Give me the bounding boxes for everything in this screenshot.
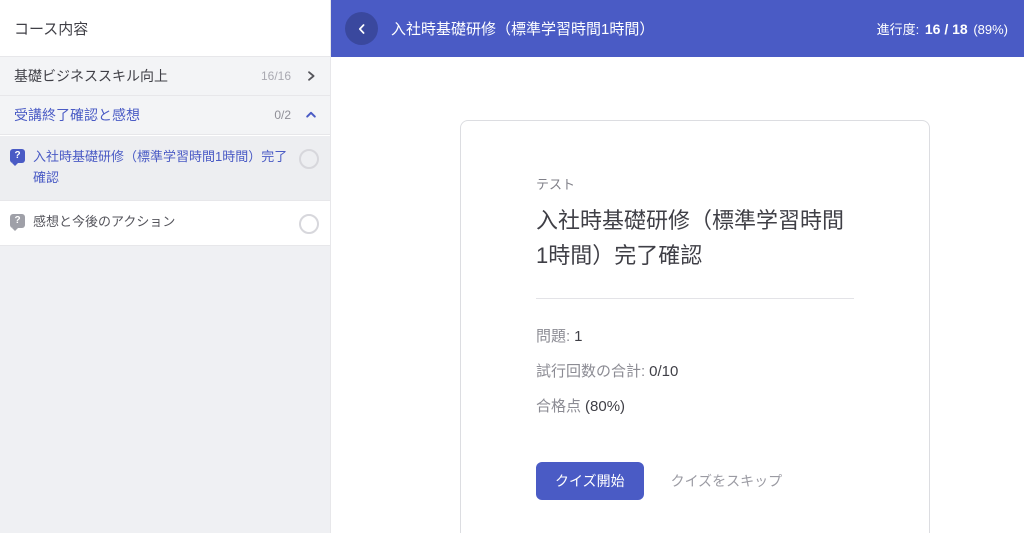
divider xyxy=(536,298,854,299)
section-label: 基礎ビジネススキル向上 xyxy=(14,66,261,86)
sidebar-title: コース内容 xyxy=(0,0,330,57)
section-count: 16/16 xyxy=(261,69,291,83)
course-title: 入社時基礎研修（標準学習時間1時間） xyxy=(391,18,877,39)
back-button[interactable] xyxy=(345,12,378,45)
sidebar-item-feedback-and-actions[interactable]: ? 感想と今後のアクション xyxy=(0,201,330,246)
passing-score-field: 合格点(80%) xyxy=(536,396,854,417)
status-circle-incomplete xyxy=(299,149,319,169)
chevron-right-icon xyxy=(305,70,317,82)
sidebar-item-label: 入社時基礎研修（標準学習時間1時間）完了確認 xyxy=(33,147,299,189)
progress-indicator: 進行度: 16 / 18 (89%) xyxy=(877,19,1008,38)
field-value: (80%) xyxy=(585,398,625,415)
questions-field: 問題:1 xyxy=(536,326,854,347)
progress-value: 16 / 18 xyxy=(925,21,968,37)
course-header-bar: 入社時基礎研修（標準学習時間1時間） 進行度: 16 / 18 (89%) xyxy=(331,0,1024,57)
chevron-left-icon xyxy=(355,22,369,36)
quiz-type-label: テスト xyxy=(536,174,854,193)
quiz-actions: クイズ開始 クイズをスキップ xyxy=(536,462,854,500)
chevron-up-icon xyxy=(305,109,317,121)
sidebar-section-basic-business-skills[interactable]: 基礎ビジネススキル向上 16/16 xyxy=(0,57,330,96)
section-label: 受講終了確認と感想 xyxy=(14,105,274,125)
field-label: 問題: xyxy=(536,328,570,345)
sidebar-item-label: 感想と今後のアクション xyxy=(33,212,299,233)
quiz-info-fields: 問題:1 試行回数の合計:0/10 合格点(80%) xyxy=(536,326,854,417)
quiz-bubble-icon: ? xyxy=(10,149,25,163)
main-area: 入社時基礎研修（標準学習時間1時間） 進行度: 16 / 18 (89%) テス… xyxy=(331,0,1024,533)
field-label: 合格点 xyxy=(536,398,581,415)
field-value: 0/10 xyxy=(649,363,678,380)
field-label: 試行回数の合計: xyxy=(536,363,645,380)
progress-percent: (89%) xyxy=(973,22,1008,37)
quiz-title: 入社時基礎研修（標準学習時間1時間）完了確認 xyxy=(536,203,854,273)
skip-quiz-link[interactable]: クイズをスキップ xyxy=(671,471,783,491)
sidebar-empty-area xyxy=(0,246,330,533)
sidebar-section-completion-and-feedback[interactable]: 受講終了確認と感想 0/2 xyxy=(0,96,330,135)
course-content-sidebar: コース内容 基礎ビジネススキル向上 16/16 受講終了確認と感想 0/2 ? … xyxy=(0,0,331,533)
attempts-field: 試行回数の合計:0/10 xyxy=(536,361,854,382)
quiz-card: テスト 入社時基礎研修（標準学習時間1時間）完了確認 問題:1 試行回数の合計:… xyxy=(460,120,930,533)
progress-label: 進行度: xyxy=(877,22,920,37)
lesson-content-area: テスト 入社時基礎研修（標準学習時間1時間）完了確認 問題:1 試行回数の合計:… xyxy=(331,57,1024,533)
status-circle-incomplete xyxy=(299,214,319,234)
section-count: 0/2 xyxy=(274,108,291,122)
field-value: 1 xyxy=(574,328,582,345)
quiz-bubble-icon: ? xyxy=(10,214,25,228)
start-quiz-button[interactable]: クイズ開始 xyxy=(536,462,644,500)
sidebar-item-completion-check-quiz[interactable]: ? 入社時基礎研修（標準学習時間1時間）完了確認 xyxy=(0,135,330,201)
